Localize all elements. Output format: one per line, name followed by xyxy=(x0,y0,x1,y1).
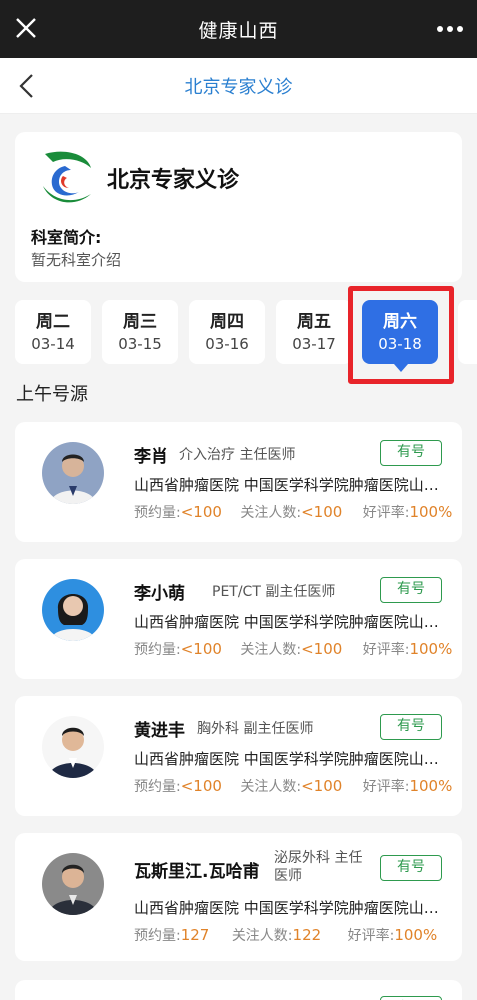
reservations-value: 127 xyxy=(180,926,210,944)
doctor-card[interactable]: 李小萌 PET/CT 副主任医师 有号 山西省肿瘤医院 中国医学科学院肿瘤医院山… xyxy=(15,559,462,679)
followers-label: 关注人数: xyxy=(240,779,302,795)
doctor-avatar xyxy=(42,442,104,504)
doctor-name: 李小萌 xyxy=(134,584,185,604)
doctor-avatar xyxy=(42,579,104,641)
day-date: 03-18 xyxy=(378,335,422,353)
doctor-title-line: 医师 xyxy=(274,868,302,884)
reservations-value: <100 xyxy=(180,503,222,521)
followers-value: 122 xyxy=(292,926,322,944)
followers-value: <100 xyxy=(301,503,343,521)
day-date: 03-16 xyxy=(205,335,249,353)
app-header: 健康山西 xyxy=(0,0,477,58)
more-menu-icon[interactable] xyxy=(437,20,463,38)
doctor-stats: 预约量:<100 关注人数:<100 好评率:100% xyxy=(134,639,452,659)
reservations-label: 预约量: xyxy=(134,928,181,944)
doctor-hospital: 山西省肿瘤医院 中国医学科学院肿瘤医院山西医院 xyxy=(134,476,440,494)
doctor-title: PET/CT 副主任医师 xyxy=(212,584,336,600)
doctor-card[interactable]: 瓦斯里江.瓦哈甫 泌尿外科 主任 医师 有号 山西省肿瘤医院 中国医学科学院肿瘤… xyxy=(15,833,462,961)
availability-badge: 有号 xyxy=(380,714,442,740)
day-weekday: 周六 xyxy=(383,312,417,332)
reservations-label: 预约量: xyxy=(134,779,181,795)
reservations-label: 预约量: xyxy=(134,505,181,521)
doctor-title: 胸外科 副主任医师 xyxy=(197,721,314,737)
close-icon[interactable] xyxy=(12,14,40,42)
availability-badge: 有号 xyxy=(380,996,442,1000)
day-weekday: 周三 xyxy=(123,312,157,332)
doctor-name: 黄进丰 xyxy=(134,721,185,741)
day-date: 03-17 xyxy=(292,335,336,353)
date-selector: 周二 03-14 周三 03-15 周四 03-16 周五 03-17 周六 0… xyxy=(0,298,477,386)
hospital-logo-icon xyxy=(43,151,91,203)
doctor-title-line: 泌尿外科 主任 xyxy=(274,850,363,866)
page-header: 北京专家义诊 xyxy=(0,58,477,114)
rating-label: 好评率: xyxy=(362,505,410,521)
day-tab[interactable]: 周四 03-16 xyxy=(189,300,265,364)
availability-badge: 有号 xyxy=(380,440,442,466)
availability-badge: 有号 xyxy=(380,577,442,603)
day-weekday: 周四 xyxy=(210,312,244,332)
rating-value: 100% xyxy=(409,503,453,521)
followers-label: 关注人数: xyxy=(240,642,302,658)
doctor-stats: 预约量:127 关注人数:122 好评率:100% xyxy=(134,925,437,945)
day-tab-selected[interactable]: 周六 03-18 xyxy=(362,300,438,372)
doctor-name: 李肖 xyxy=(134,447,168,467)
doctor-card[interactable]: 李肖 介入治疗 主任医师 有号 山西省肿瘤医院 中国医学科学院肿瘤医院山西医院 … xyxy=(15,422,462,542)
department-name: 北京专家义诊 xyxy=(107,168,240,193)
rating-label: 好评率: xyxy=(347,928,395,944)
doctor-stats: 预约量:<100 关注人数:<100 好评率:100% xyxy=(134,502,452,522)
availability-badge: 有号 xyxy=(380,855,442,881)
doctor-card[interactable]: 黄进丰 胸外科 副主任医师 有号 山西省肿瘤医院 中国医学科学院肿瘤医院山西医院… xyxy=(15,696,462,816)
rating-value: 100% xyxy=(409,777,453,795)
day-tab[interactable]: 周三 03-15 xyxy=(102,300,178,364)
back-arrow-icon[interactable] xyxy=(16,72,38,100)
day-tab[interactable]: 周五 03-17 xyxy=(276,300,352,364)
reservations-label: 预约量: xyxy=(134,642,181,658)
day-tab[interactable]: 周二 03-14 xyxy=(15,300,91,364)
doctor-title: 介入治疗 主任医师 xyxy=(179,447,296,463)
intro-text: 暂无科室介绍 xyxy=(31,251,122,269)
doctor-hospital: 山西省肿瘤医院 中国医学科学院肿瘤医院山西医院 xyxy=(134,899,440,917)
doctor-hospital: 山西省肿瘤医院 中国医学科学院肿瘤医院山西医院 xyxy=(134,613,440,631)
doctor-title: 泌尿外科 主任 医师 xyxy=(274,849,362,885)
app-title: 健康山西 xyxy=(198,19,279,42)
day-date: 03-15 xyxy=(118,335,162,353)
section-title: 上午号源 xyxy=(16,384,88,405)
department-card: 北京专家义诊 科室简介: 暂无科室介绍 xyxy=(15,132,462,282)
rating-label: 好评率: xyxy=(362,779,410,795)
day-weekday: 周五 xyxy=(297,312,331,332)
followers-label: 关注人数: xyxy=(240,505,302,521)
rating-label: 好评率: xyxy=(362,642,410,658)
doctor-hospital: 山西省肿瘤医院 中国医学科学院肿瘤医院山西医院 xyxy=(134,750,440,768)
rating-value: 100% xyxy=(409,640,453,658)
page-title: 北京专家义诊 xyxy=(184,76,293,98)
doctor-avatar xyxy=(42,716,104,778)
rating-value: 100% xyxy=(394,926,438,944)
day-date: 03 xyxy=(458,336,477,353)
doctor-avatar xyxy=(42,853,104,915)
followers-value: <100 xyxy=(301,777,343,795)
day-weekday: 周二 xyxy=(36,312,70,332)
doctor-card[interactable]: 有号 xyxy=(15,980,462,1000)
reservations-value: <100 xyxy=(180,640,222,658)
intro-label: 科室简介: xyxy=(31,228,102,247)
day-tab[interactable]: 周 03 xyxy=(458,300,477,364)
followers-label: 关注人数: xyxy=(231,928,293,944)
followers-value: <100 xyxy=(301,640,343,658)
doctor-stats: 预约量:<100 关注人数:<100 好评率:100% xyxy=(134,776,452,796)
doctor-name: 瓦斯里江.瓦哈甫 xyxy=(134,862,260,882)
reservations-value: <100 xyxy=(180,777,222,795)
day-weekday: 周 xyxy=(458,312,477,332)
day-date: 03-14 xyxy=(31,335,75,353)
